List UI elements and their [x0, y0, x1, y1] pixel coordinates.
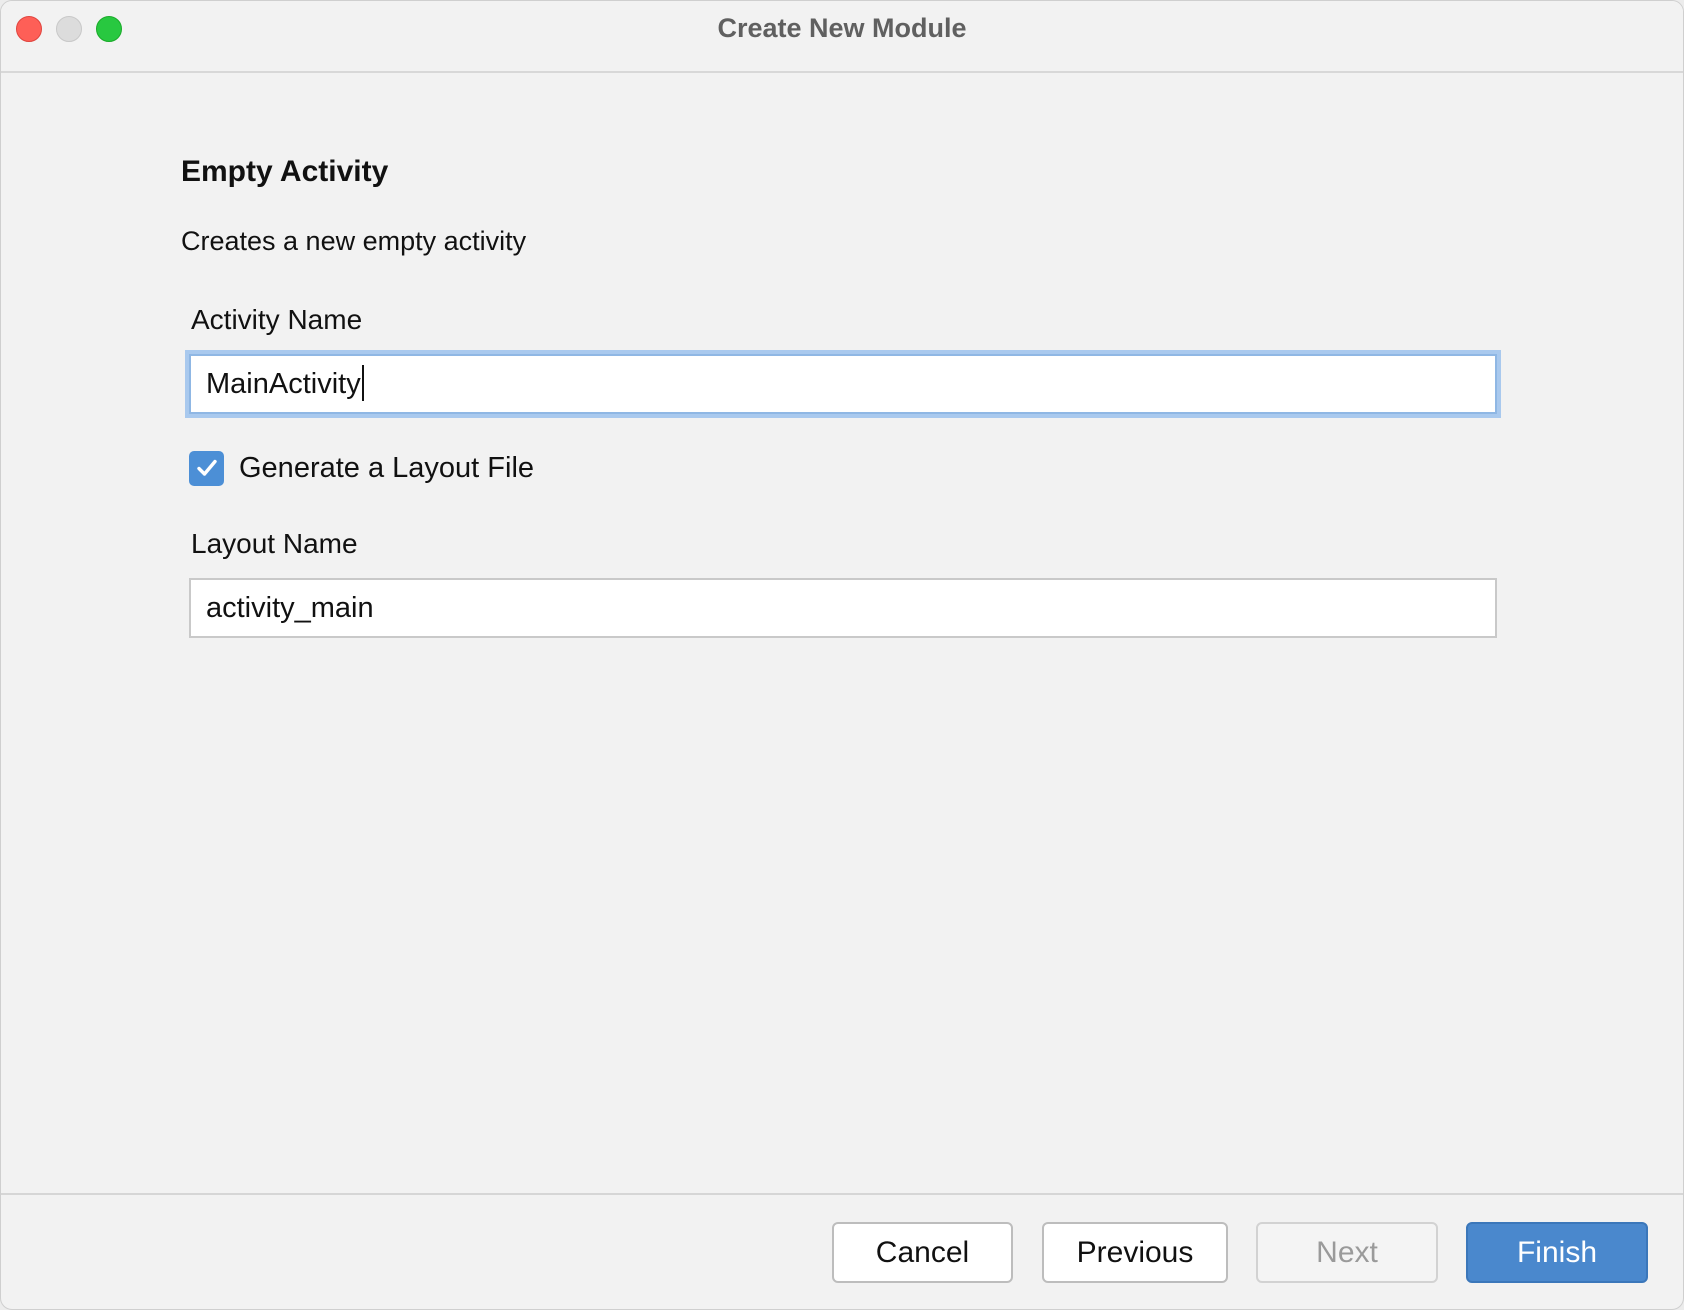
finish-button[interactable]: Finish — [1466, 1222, 1648, 1283]
checkmark-icon — [196, 459, 217, 476]
generate-layout-option[interactable]: Generate a Layout File — [189, 450, 534, 486]
layout-name-value: activity_main — [206, 592, 374, 624]
footer-divider — [1, 1193, 1683, 1195]
generate-layout-label: Generate a Layout File — [239, 451, 535, 484]
layout-name-input[interactable]: activity_main — [189, 578, 1497, 638]
title-bar: Create New Module — [1, 1, 1683, 73]
activity-name-value: MainActivity — [206, 368, 361, 400]
text-caret — [361, 365, 364, 402]
activity-name-input[interactable]: MainActivity — [189, 354, 1497, 414]
template-description: Creates a new empty activity — [181, 226, 527, 256]
cancel-button[interactable]: Cancel — [832, 1222, 1013, 1283]
layout-name-label: Layout Name — [191, 528, 358, 559]
next-button[interactable]: Next — [1256, 1222, 1438, 1283]
previous-button[interactable]: Previous — [1042, 1222, 1228, 1283]
generate-layout-checkbox[interactable] — [189, 450, 224, 486]
template-heading: Empty Activity — [181, 155, 389, 188]
window-title: Create New Module — [717, 13, 967, 43]
dialog-window: Create New Module Empty Activity Creates… — [0, 0, 1684, 1310]
activity-name-label: Activity Name — [191, 304, 363, 335]
